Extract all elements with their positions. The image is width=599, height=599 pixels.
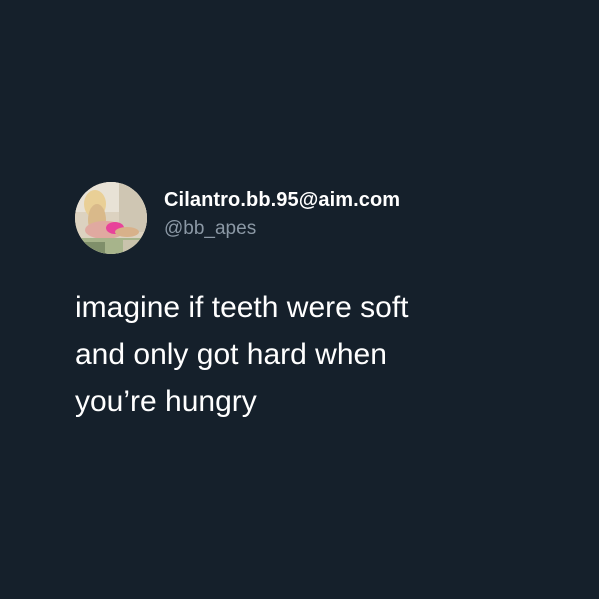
profile-photo-icon: [75, 182, 147, 254]
tweet-text-line: you’re hungry: [75, 385, 257, 418]
avatar[interactable]: [75, 182, 147, 254]
tweet-text: imagine if teeth were soft and only got …: [75, 284, 545, 425]
tweet-card: Cilantro.bb.95@aim.com @bb_apes imagine …: [75, 182, 555, 425]
tweet-text-line: imagine if teeth were soft: [75, 291, 409, 324]
tweet-text-line: and only got hard when: [75, 338, 387, 371]
user-names: Cilantro.bb.95@aim.com @bb_apes: [164, 188, 400, 241]
user-handle[interactable]: @bb_apes: [164, 217, 400, 241]
tweet-header: Cilantro.bb.95@aim.com @bb_apes: [75, 182, 555, 254]
display-name[interactable]: Cilantro.bb.95@aim.com: [164, 188, 400, 212]
